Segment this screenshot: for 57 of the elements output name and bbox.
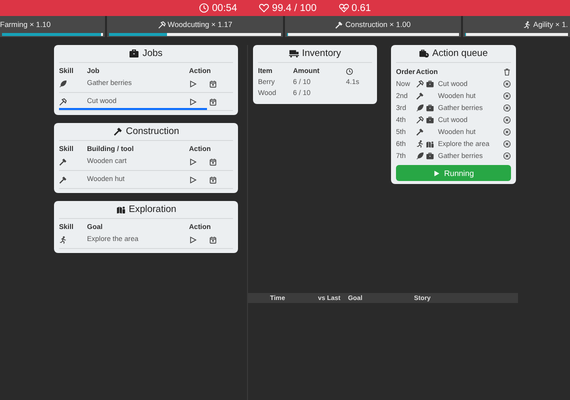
card-title: Inventory: [302, 48, 342, 59]
leaf-icon: [416, 152, 424, 160]
remove-button[interactable]: [503, 152, 511, 160]
play-button[interactable]: [189, 236, 197, 244]
clock-icon: [199, 3, 209, 13]
rate-text: 0.61: [352, 2, 371, 14]
heart-pulse-icon: [338, 3, 349, 13]
play-button[interactable]: [189, 176, 197, 184]
play-icon: [433, 170, 440, 176]
remove-button[interactable]: [503, 128, 511, 136]
running-person-icon: [59, 236, 67, 244]
schedule-button[interactable]: [209, 176, 217, 184]
map-people-icon: [116, 205, 126, 214]
axe-icon: [158, 20, 166, 28]
play-button[interactable]: [189, 98, 197, 106]
running-button[interactable]: Running: [396, 165, 511, 181]
briefcase-clock-icon: [419, 49, 430, 58]
card-title: Exploration: [128, 204, 176, 215]
heart-icon: [259, 3, 270, 13]
briefcase-icon: [426, 152, 434, 160]
health-text: 99.4 / 100: [272, 2, 317, 14]
play-button[interactable]: [189, 158, 197, 166]
schedule-button[interactable]: [209, 80, 217, 88]
hammer-icon: [335, 20, 344, 28]
remove-button[interactable]: [503, 92, 511, 100]
remove-button[interactable]: [503, 104, 511, 112]
hammer-icon: [59, 158, 67, 166]
clock-icon: [346, 68, 353, 75]
remove-button[interactable]: [503, 140, 511, 148]
axe-icon: [59, 98, 67, 106]
hammer-icon: [416, 92, 424, 100]
axe-icon: [416, 116, 424, 124]
remove-button[interactable]: [503, 116, 511, 124]
briefcase-icon: [426, 80, 434, 88]
briefcase-icon: [426, 116, 434, 124]
schedule-button[interactable]: [209, 98, 217, 106]
axe-icon: [416, 80, 424, 88]
briefcase-icon: [426, 104, 434, 112]
cart-icon: [288, 49, 299, 58]
briefcase-icon: [129, 49, 140, 58]
card-title: Action queue: [432, 48, 488, 59]
hammer-icon: [416, 128, 424, 136]
leaf-icon: [416, 104, 424, 112]
play-button[interactable]: [189, 80, 197, 88]
schedule-button[interactable]: [209, 236, 217, 244]
timer-text: 00:54: [212, 2, 238, 14]
schedule-button[interactable]: [209, 158, 217, 166]
clear-queue-button[interactable]: [503, 68, 511, 76]
card-title: Construction: [126, 126, 180, 137]
remove-button[interactable]: [503, 80, 511, 88]
map-people-icon: [426, 140, 434, 148]
hammer-icon: [59, 176, 67, 184]
hammer-icon: [112, 127, 123, 136]
leaf-icon: [59, 80, 67, 88]
running-person-icon: [416, 140, 424, 148]
running-person-icon: [523, 20, 532, 28]
card-title: Jobs: [142, 48, 163, 59]
